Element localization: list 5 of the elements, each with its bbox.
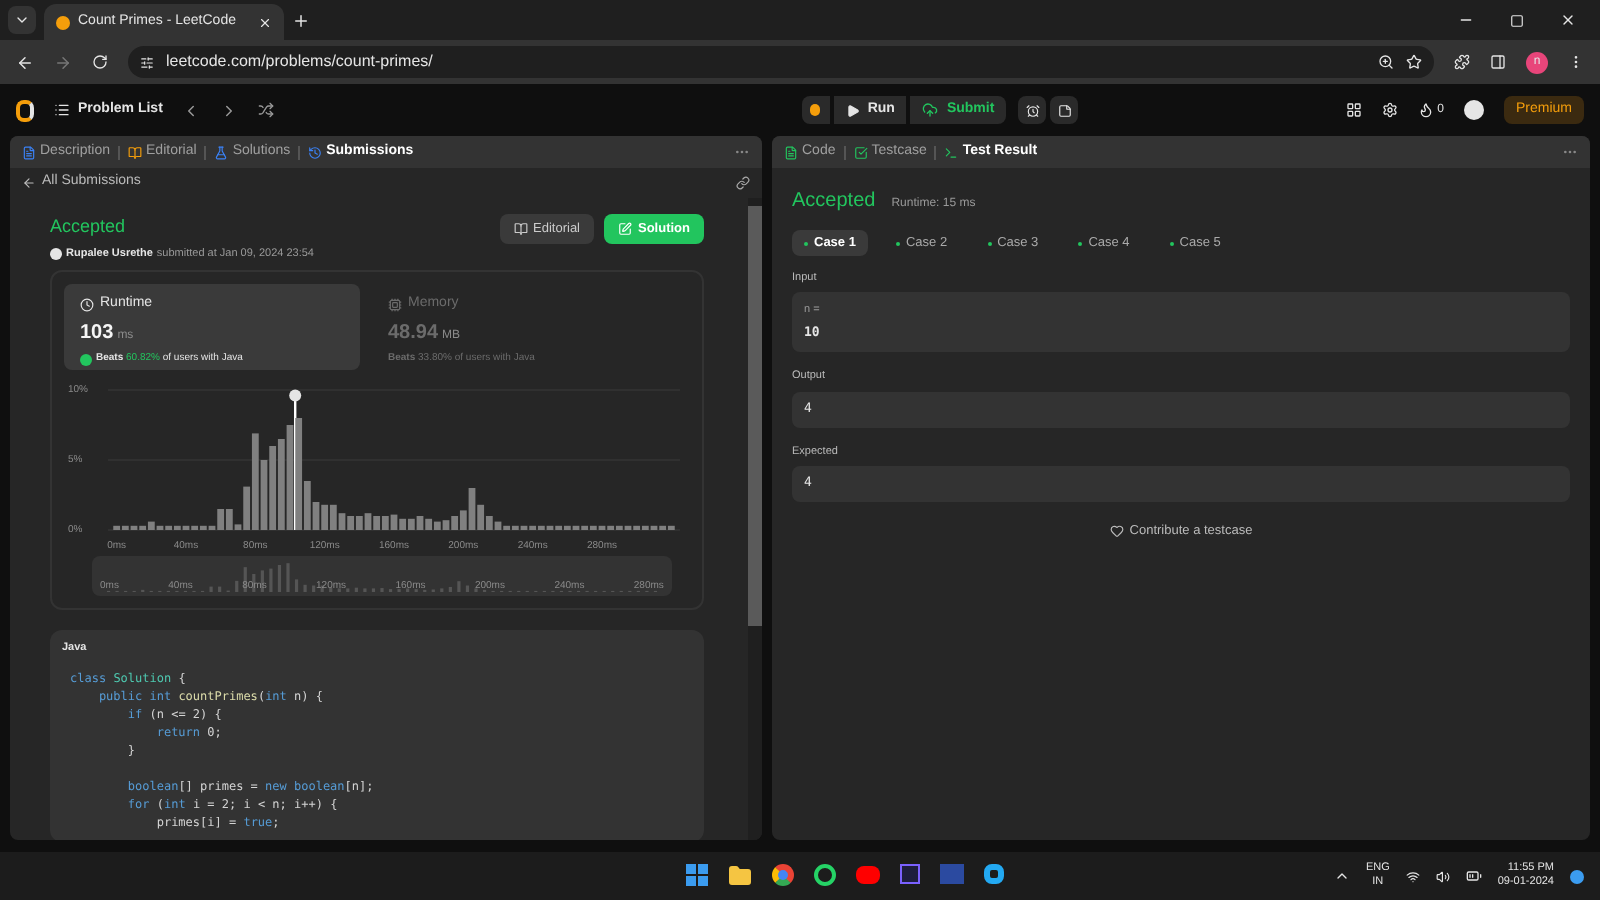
stat-value: 48.94 bbox=[388, 320, 439, 349]
stat-value: 103 bbox=[80, 320, 114, 349]
result-status: Accepted bbox=[792, 188, 876, 216]
url-text: leetcode.com/problems/count-primes/ bbox=[166, 50, 435, 74]
submission-status: Accepted bbox=[50, 214, 128, 240]
